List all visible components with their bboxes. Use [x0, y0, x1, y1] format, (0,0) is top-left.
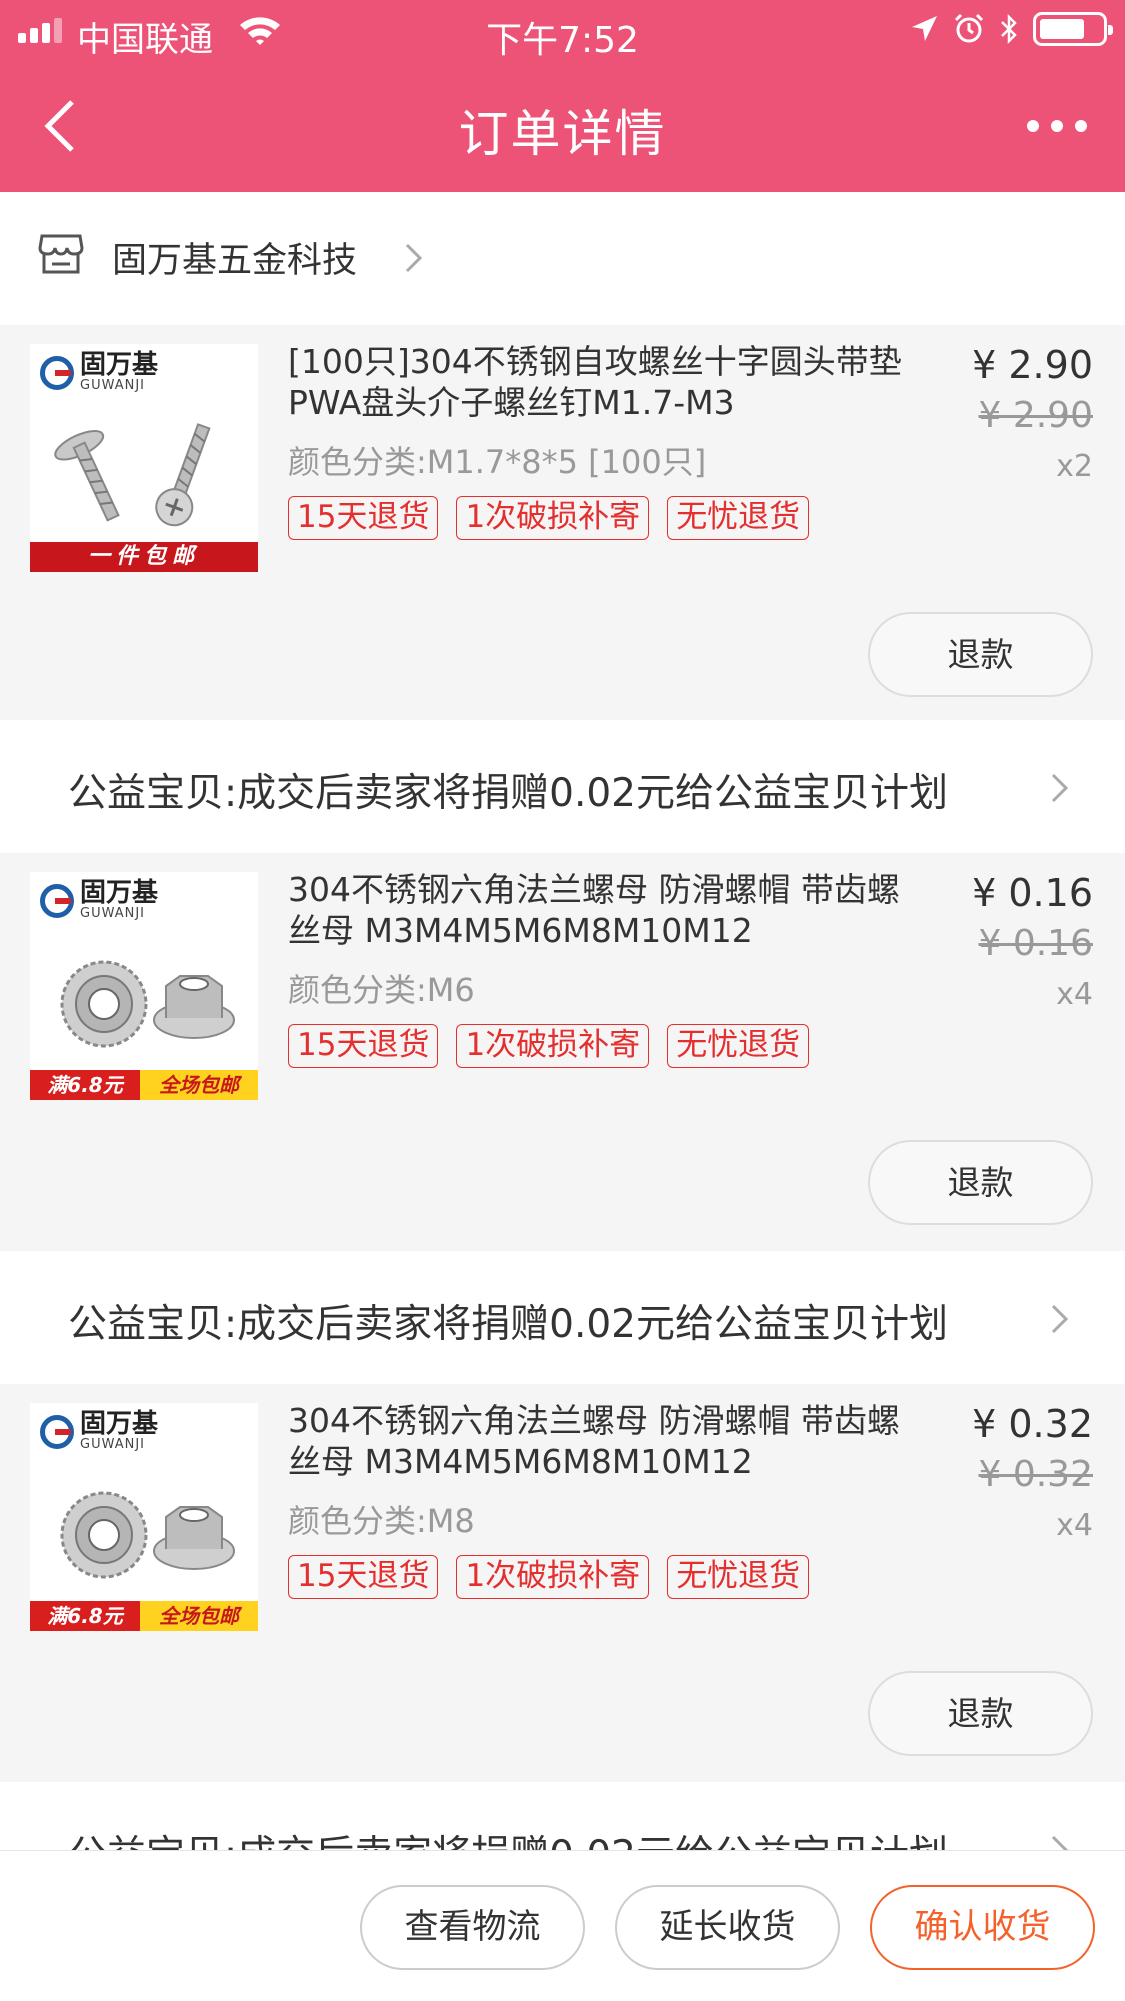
refund-button[interactable]: 退款	[868, 1671, 1093, 1756]
brand-logo: 固万基 GUWANJI	[40, 1411, 158, 1452]
brand-logo: 固万基 GUWANJI	[40, 352, 158, 393]
product-thumbnail[interactable]: 固万基 GUWANJI 满6.8元 全场包邮	[30, 1403, 258, 1631]
header-bar: 中国联通 下午7:52 订单详情	[0, 0, 1125, 192]
view-logistics-button[interactable]: 查看物流	[360, 1885, 585, 1970]
chevron-right-icon	[1051, 1304, 1069, 1334]
service-tag: 1次破损补寄	[456, 1555, 650, 1599]
battery-icon	[1033, 12, 1113, 46]
location-icon	[912, 16, 937, 41]
promo-banner: 满6.8元 全场包邮	[30, 1070, 258, 1100]
original-price: ¥ 2.90	[978, 395, 1093, 436]
nut-image	[60, 960, 235, 1048]
refund-button[interactable]: 退款	[868, 1140, 1093, 1225]
original-price: ¥ 0.32	[978, 1454, 1093, 1495]
alarm-icon	[954, 13, 984, 43]
product-sku: 颜色分类:M8	[288, 1502, 475, 1540]
service-tag: 1次破损补寄	[456, 1024, 650, 1068]
product-quantity: x4	[1056, 977, 1093, 1012]
store-icon	[38, 234, 84, 274]
product-sku: 颜色分类:M6	[288, 971, 475, 1009]
screw-image	[54, 423, 211, 527]
charity-row[interactable]: 公益宝贝:成交后卖家将捐赠0.02元给公益宝贝计划	[0, 1251, 1125, 1384]
chevron-right-icon	[405, 243, 423, 273]
status-bar: 中国联通 下午7:52	[0, 0, 1125, 61]
charity-text: 公益宝贝:成交后卖家将捐赠0.02元给公益宝贝计划	[68, 771, 948, 816]
service-tag: 15天退货	[288, 1024, 439, 1068]
shop-name: 固万基五金科技	[112, 241, 358, 281]
product-price: ¥ 2.90	[972, 343, 1093, 387]
brand-logo: 固万基 GUWANJI	[40, 880, 158, 921]
product-price: ¥ 0.32	[972, 1402, 1093, 1446]
service-tag: 无忧退货	[667, 1024, 810, 1068]
order-item[interactable]: 固万基 GUWANJI 满6.8元 全场包邮 304不锈钢六角法兰螺母 防滑螺帽 带…	[0, 853, 1125, 1248]
product-quantity: x2	[1056, 449, 1093, 484]
bottom-action-bar: 查看物流 延长收货 确认收货	[0, 1850, 1125, 2001]
bluetooth-icon	[1001, 13, 1017, 45]
extend-receipt-button[interactable]: 延长收货	[615, 1885, 840, 1970]
service-tag: 15天退货	[288, 1555, 439, 1599]
service-tag: 1次破损补寄	[456, 496, 650, 540]
chevron-right-icon	[1051, 773, 1069, 803]
refund-button[interactable]: 退款	[868, 612, 1093, 697]
more-dots-icon[interactable]	[1027, 120, 1087, 132]
service-tag: 无忧退货	[667, 496, 810, 540]
order-item[interactable]: 固万基 GUWANJI 满6.8元 全场包邮 304不锈钢六角法兰螺母 防滑螺帽 带…	[0, 1384, 1125, 1779]
promo-banner: 满6.8元 全场包邮	[30, 1601, 258, 1631]
product-name[interactable]: [100只]304不锈钢自攻螺丝十字圆头带垫PWA盘头介子螺丝钉M1.7-M3	[288, 341, 928, 423]
confirm-receipt-button[interactable]: 确认收货	[870, 1885, 1095, 1970]
product-thumbnail[interactable]: 固万基 GUWANJI 一件包邮	[30, 344, 258, 572]
service-tag: 无忧退货	[667, 1555, 810, 1599]
order-item[interactable]: 固万基 GUWANJI 一件包邮 [100只]304不锈钢自攻螺丝十字圆头带垫PW…	[0, 325, 1125, 720]
charity-row[interactable]: 公益宝贝:成交后卖家将捐赠0.02元给公益宝贝计划	[0, 720, 1125, 853]
promo-banner: 一件包邮	[30, 542, 258, 572]
product-sku: 颜色分类:M1.7*8*5 [100只]	[288, 443, 707, 481]
nut-image	[60, 1491, 235, 1579]
product-thumbnail[interactable]: 固万基 GUWANJI 满6.8元 全场包邮	[30, 872, 258, 1100]
product-name[interactable]: 304不锈钢六角法兰螺母 防滑螺帽 带齿螺丝母 M3M4M5M6M8M10M12	[288, 869, 928, 951]
product-quantity: x4	[1056, 1508, 1093, 1543]
shop-row[interactable]: 固万基五金科技	[0, 192, 1125, 325]
product-name[interactable]: 304不锈钢六角法兰螺母 防滑螺帽 带齿螺丝母 M3M4M5M6M8M10M12	[288, 1400, 928, 1482]
page-title: 订单详情	[458, 105, 667, 163]
service-tag: 15天退货	[288, 496, 439, 540]
original-price: ¥ 0.16	[978, 923, 1093, 964]
product-price: ¥ 0.16	[972, 871, 1093, 915]
charity-text: 公益宝贝:成交后卖家将捐赠0.02元给公益宝贝计划	[68, 1302, 948, 1347]
